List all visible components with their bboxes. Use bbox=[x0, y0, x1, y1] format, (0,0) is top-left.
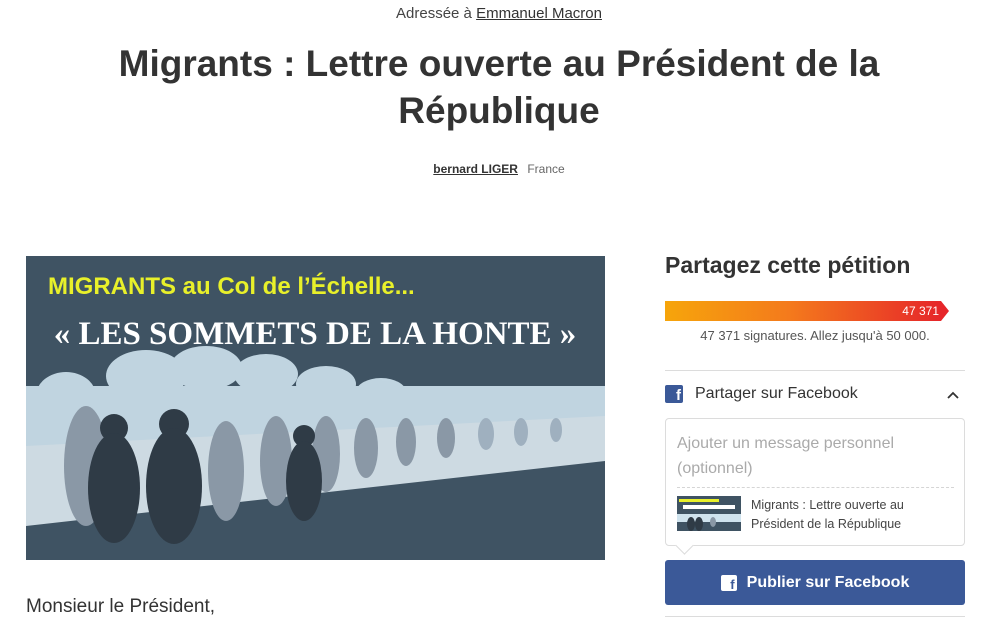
petition-salutation: Monsieur le Président, bbox=[26, 596, 216, 617]
share-facebook-toggle[interactable]: f Partager sur Facebook bbox=[665, 382, 965, 406]
chevron-up-icon[interactable] bbox=[947, 386, 959, 402]
author-line: bernard LIGER France bbox=[0, 162, 998, 176]
share-title: Partagez cette pétition bbox=[665, 252, 911, 278]
signatures-text: 47 371 signatures. Allez jusqu'à 50 000. bbox=[700, 328, 930, 343]
petition-hero-image: MIGRANTS au Col de l’Échelle... « LES SO… bbox=[26, 256, 605, 560]
personal-message-input[interactable] bbox=[677, 431, 947, 483]
addressed-prefix: Adressée à bbox=[396, 5, 472, 22]
signature-progress-bar: 47 371 bbox=[665, 301, 949, 321]
author-country: France bbox=[527, 162, 565, 176]
divider bbox=[665, 370, 965, 371]
hero-headline: MIGRANTS au Col de l’Échelle... bbox=[48, 272, 415, 300]
addressed-target-link[interactable]: Emmanuel Macron bbox=[476, 5, 602, 22]
facebook-icon: f bbox=[665, 385, 683, 403]
publish-facebook-button[interactable]: f Publier sur Facebook bbox=[665, 560, 965, 605]
publish-facebook-label: Publier sur Facebook bbox=[746, 573, 910, 591]
facebook-message-box: Migrants : Lettre ouverte au Président d… bbox=[665, 418, 965, 546]
preview-title: Migrants : Lettre ouverte au Président d… bbox=[751, 498, 904, 531]
author-link[interactable]: bernard LIGER bbox=[433, 162, 518, 176]
preview-thumbnail bbox=[677, 496, 741, 531]
message-separator bbox=[677, 487, 954, 488]
facebook-icon: f bbox=[720, 574, 737, 591]
share-facebook-label: Partager sur Facebook bbox=[695, 385, 858, 402]
petition-title: Migrants : Lettre ouverte au Président d… bbox=[118, 43, 880, 131]
addressed-to-line: Adressée à Emmanuel Macron bbox=[0, 5, 998, 22]
progress-count: 47 371 bbox=[902, 304, 939, 318]
hero-subheadline: « LES SOMMETS DE LA HONTE » bbox=[54, 316, 577, 352]
hero-illustration: MIGRANTS au Col de l’Échelle... « LES SO… bbox=[26, 256, 605, 560]
